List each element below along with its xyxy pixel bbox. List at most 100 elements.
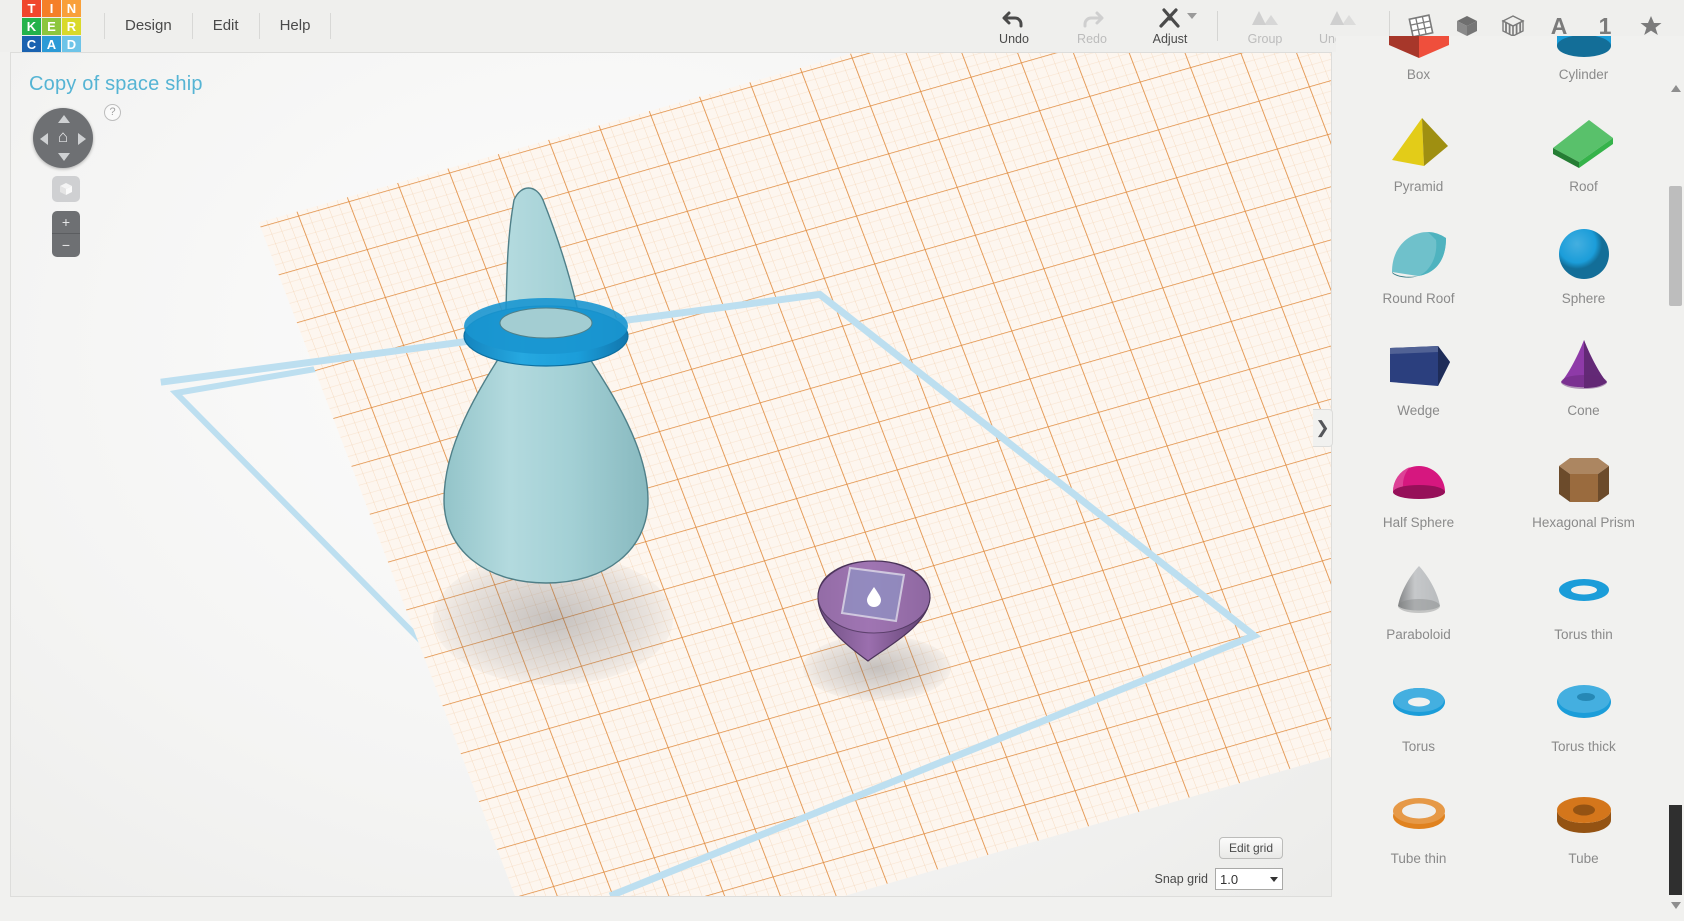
shape-label: Box [1406,67,1431,82]
shape-item-hexagonal-prism[interactable]: Hexagonal Prism [1501,438,1666,550]
zoom-out-button[interactable]: − [52,234,80,257]
panel-collapse-toggle[interactable]: ❯ [1313,409,1333,447]
snap-grid-value: 1.0 [1220,871,1239,887]
main-menu: Design Edit Help [104,0,332,52]
logo-tile-c: C [22,36,41,53]
shape-label: Tube [1568,851,1599,866]
nav-right-arrow-icon[interactable] [78,133,86,145]
shapes-list: Box Cylinder Pyramid Roof Round Roof Sphere We… [1336,36,1666,886]
redo-icon [1079,5,1105,31]
halfsphere-icon [1380,444,1458,514]
torusthick-icon [1545,668,1623,738]
shapes-panel: Box Cylinder Pyramid Roof Round Roof Sphere We… [1336,36,1684,921]
snap-grid-control: Snap grid 1.0 [1154,868,1283,890]
fit-to-view-button[interactable] [52,176,80,202]
scroll-down-arrow-icon[interactable] [1669,897,1682,913]
nav-down-arrow-icon[interactable] [58,153,70,161]
group-button[interactable]: Group [1226,0,1304,52]
shape-label: Tube thin [1390,851,1447,866]
adjust-dropdown-caret-icon[interactable] [1187,13,1197,19]
panel-scrollbar-thumb[interactable] [1669,186,1682,306]
redo-label: Redo [1077,32,1107,46]
group-label: Group [1247,32,1283,46]
shape-item-paraboloid[interactable]: Paraboloid [1336,550,1501,662]
roundroof-icon [1380,220,1458,290]
shape-label: Torus thin [1554,627,1613,642]
shape-item-torus-thick[interactable]: Torus thick [1501,662,1666,774]
shape-item-torus-thin[interactable]: Torus thin [1501,550,1666,662]
shape-item-cone[interactable]: Cone [1501,326,1666,438]
zoom-controls[interactable]: + − [52,211,80,257]
shape-item-cylinder[interactable]: Cylinder [1501,36,1666,102]
box-icon [1380,36,1458,66]
logo-tile-k: K [22,18,41,35]
shape-label: Torus thick [1551,739,1616,754]
shape-label: Roof [1569,179,1598,194]
shape-label: Half Sphere [1382,515,1455,530]
shape-item-tube[interactable]: Tube [1501,774,1666,886]
undo-button[interactable]: Undo [975,0,1053,52]
snap-grid-label: Snap grid [1154,872,1208,886]
nav-up-arrow-icon[interactable] [58,115,70,123]
shape-label: Wedge [1397,403,1440,418]
shape-item-pyramid[interactable]: Pyramid [1336,102,1501,214]
logo-tile-r: R [62,18,81,35]
menu-item-edit[interactable]: Edit [193,13,260,39]
logo-tile-t: T [22,0,41,17]
edit-grid-button[interactable]: Edit grid [1218,837,1283,859]
view-navigation-cube[interactable]: ⌂ [33,108,93,168]
shape-label: Cone [1567,403,1600,418]
shape-label: Pyramid [1393,179,1444,194]
sphere-icon [1545,220,1623,290]
roof-icon [1545,108,1623,178]
chevron-down-icon [1270,876,1278,882]
logo-tile-a: A [42,36,61,53]
logo-tile-i: I [42,0,61,17]
shape-item-torus[interactable]: Torus [1336,662,1501,774]
logo-tile-d: D [62,36,81,53]
toolbar-divider [1217,11,1218,41]
cylinder-icon [1545,36,1623,66]
shape-item-half-sphere[interactable]: Half Sphere [1336,438,1501,550]
shape-label: Cylinder [1558,67,1609,82]
object-rocket[interactable] [416,178,676,593]
menu-item-design[interactable]: Design [104,13,193,39]
paraboloid-icon [1380,556,1458,626]
logo-tile-e: E [42,18,61,35]
logo-tile-n: N [62,0,81,17]
shape-item-sphere[interactable]: Sphere [1501,214,1666,326]
help-icon[interactable]: ? [104,104,121,121]
menu-item-help[interactable]: Help [260,13,332,39]
shape-label: Paraboloid [1386,627,1451,642]
tube-icon [1545,780,1623,850]
pyramid-icon [1380,108,1458,178]
primary-toolbar: UndoRedoAdjustGroupUngroup [975,0,1382,52]
ungroup-icon [1328,5,1358,31]
torusthin-icon [1545,556,1623,626]
zoom-in-button[interactable]: + [52,211,80,234]
undo-icon [1001,5,1027,31]
redo-button[interactable]: Redo [1053,0,1131,52]
panel-scrollbar-thumb-lower[interactable] [1669,805,1682,895]
adjust-button[interactable]: Adjust [1131,0,1209,52]
shape-item-wedge[interactable]: Wedge [1336,326,1501,438]
tubethin-icon [1380,780,1458,850]
shapes-grid: Box Cylinder Pyramid Roof Round Roof Sphere We… [1336,36,1666,886]
nav-left-arrow-icon[interactable] [40,133,48,145]
shape-item-roof[interactable]: Roof [1501,102,1666,214]
torus-icon [1380,668,1458,738]
snap-grid-select[interactable]: 1.0 [1215,868,1283,890]
viewport-canvas[interactable]: Copy of space ship ⌂ ? + − Edit grid Sna… [10,52,1332,897]
shape-item-tube-thin[interactable]: Tube thin [1336,774,1501,886]
fit-cube-icon [60,183,72,195]
adjust-label: Adjust [1152,32,1188,46]
group-icon [1250,5,1280,31]
page-title[interactable]: Copy of space ship [29,73,203,96]
tinkercad-logo[interactable]: TIN KER CAD [22,0,84,53]
scroll-up-arrow-icon[interactable] [1669,80,1682,96]
adjust-icon [1157,5,1183,31]
shape-item-box[interactable]: Box [1336,36,1501,102]
object-selected-cone[interactable] [806,553,946,663]
home-view-icon[interactable]: ⌂ [54,128,72,146]
shape-item-round-roof[interactable]: Round Roof [1336,214,1501,326]
